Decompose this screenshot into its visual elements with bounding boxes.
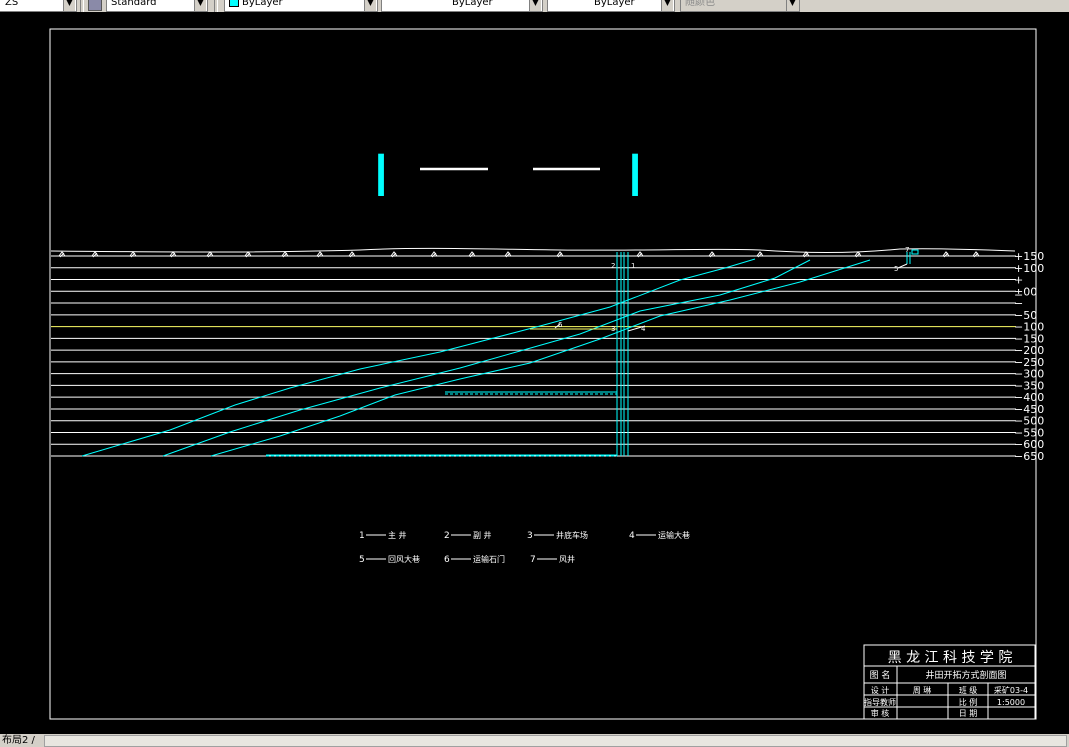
design-label: 设 计 — [871, 685, 890, 695]
class-value: 采矿03-4 — [994, 685, 1028, 695]
legend-number: 3 — [527, 531, 533, 541]
plot-style-combo: 随颜色 ▼ — [680, 0, 800, 12]
legend-label: 运输石门 — [473, 554, 505, 564]
chevron-down-icon[interactable]: ▼ — [194, 0, 206, 11]
horizontal-scrollbar[interactable] — [44, 735, 1067, 747]
legend-label: 主 井 — [388, 530, 407, 540]
legend-label: 运输大巷 — [658, 530, 690, 540]
ground-surface-line — [50, 247, 1016, 253]
station-3-mark: 3 — [611, 325, 615, 333]
coal-seams — [81, 258, 871, 457]
chevron-down-icon[interactable]: ▼ — [529, 0, 541, 11]
return-5-mark: 5 — [894, 265, 898, 273]
school-name: 黑 龙 江 科 技 学 院 — [888, 650, 1013, 666]
legend: 1 主 井 2 副 井 3 井底车场 4 运输大巷 5 回风大巷 6 运输石门 7 风井 — [359, 530, 690, 565]
shaft-1-mark: 1 — [631, 262, 635, 270]
haulage-4-mark: 4 — [641, 325, 646, 333]
legend-number: 4 — [629, 531, 635, 541]
dimension-style-combo[interactable]: Standard ▼ — [106, 0, 208, 12]
legend-label: 副 井 — [473, 530, 492, 540]
legend-number: 7 — [530, 555, 536, 565]
vent-7-mark: 7 — [905, 246, 909, 254]
coal-seam-upper — [81, 258, 756, 457]
chevron-down-icon[interactable]: ▼ — [661, 0, 673, 11]
legend-number: 1 — [359, 531, 365, 541]
drawing-name-label: 图 名 — [870, 669, 891, 681]
linetype-control-combo[interactable]: ByLayer ▼ — [381, 0, 543, 12]
toolbar-separator — [214, 0, 218, 12]
advisor-label: 指导教师 — [864, 697, 896, 707]
review-label: 审 核 — [871, 708, 890, 718]
legend-label: 回风大巷 — [388, 554, 420, 564]
section-title-left: I — [372, 142, 389, 210]
legend-number: 5 — [359, 555, 365, 565]
vent-shaft-collar — [911, 249, 919, 255]
elevation-labels: +150+100+±00−−50−100−150−200−250−300−350… — [1014, 250, 1044, 463]
coal-seam-middle — [162, 259, 811, 457]
elevation-levels — [51, 255, 1016, 457]
toolbar-separator — [80, 0, 84, 12]
legend-number: 2 — [444, 531, 450, 541]
elevation-label: −650 — [1014, 450, 1044, 463]
color-control-combo[interactable]: ByLayer ▼ — [224, 0, 378, 12]
legend-label: 井底车场 — [556, 530, 588, 540]
legend-number: 6 — [444, 555, 450, 565]
mine-roadways: 6 3 4 — [266, 321, 646, 457]
layout-tab[interactable]: 布局2 / — [2, 734, 35, 747]
scale-value: 1:5000 — [997, 698, 1025, 707]
date-label: 日 期 — [959, 709, 978, 718]
dimension-style-icon[interactable] — [88, 0, 102, 11]
class-label: 班 级 — [959, 685, 978, 695]
ventilation-shaft: 7 5 — [894, 246, 919, 273]
color-swatch-icon — [229, 0, 239, 7]
section-title: I I — [372, 142, 643, 210]
design-value: 周 琳 — [913, 685, 932, 695]
chevron-down-icon: ▼ — [786, 0, 798, 11]
title-block: 黑 龙 江 科 技 学 院 图 名 井田开拓方式剖面图 设 计 周 琳 班 级 … — [863, 644, 1036, 720]
coal-seam-lower — [210, 259, 871, 457]
shaft-2-mark: 2 — [611, 262, 615, 270]
mine-shafts: 2 1 — [611, 252, 635, 456]
chevron-down-icon[interactable]: ▼ — [364, 0, 376, 11]
scale-label: 比 例 — [959, 697, 978, 707]
chevron-down-icon[interactable]: ▼ — [63, 0, 75, 11]
section-title-right: I — [626, 142, 643, 210]
crosscut-6-mark: 6 — [558, 321, 563, 329]
lineweight-control-combo[interactable]: ByLayer ▼ — [547, 0, 675, 12]
layout-tab-bar: 布局2 / — [0, 734, 1069, 747]
drawing-canvas[interactable]: I I +150 +100 + ±00− −50 −100 −150 −200 −250 −300… — [0, 12, 1069, 734]
legend-label: 风井 — [559, 554, 575, 564]
properties-toolbar: ZS ▼ Standard ▼ ByLayer ▼ ByLayer ▼ ByLa… — [0, 0, 1069, 12]
drawing-name-value: 井田开拓方式剖面图 — [925, 669, 1006, 681]
text-style-combo[interactable]: ZS ▼ — [0, 0, 77, 12]
